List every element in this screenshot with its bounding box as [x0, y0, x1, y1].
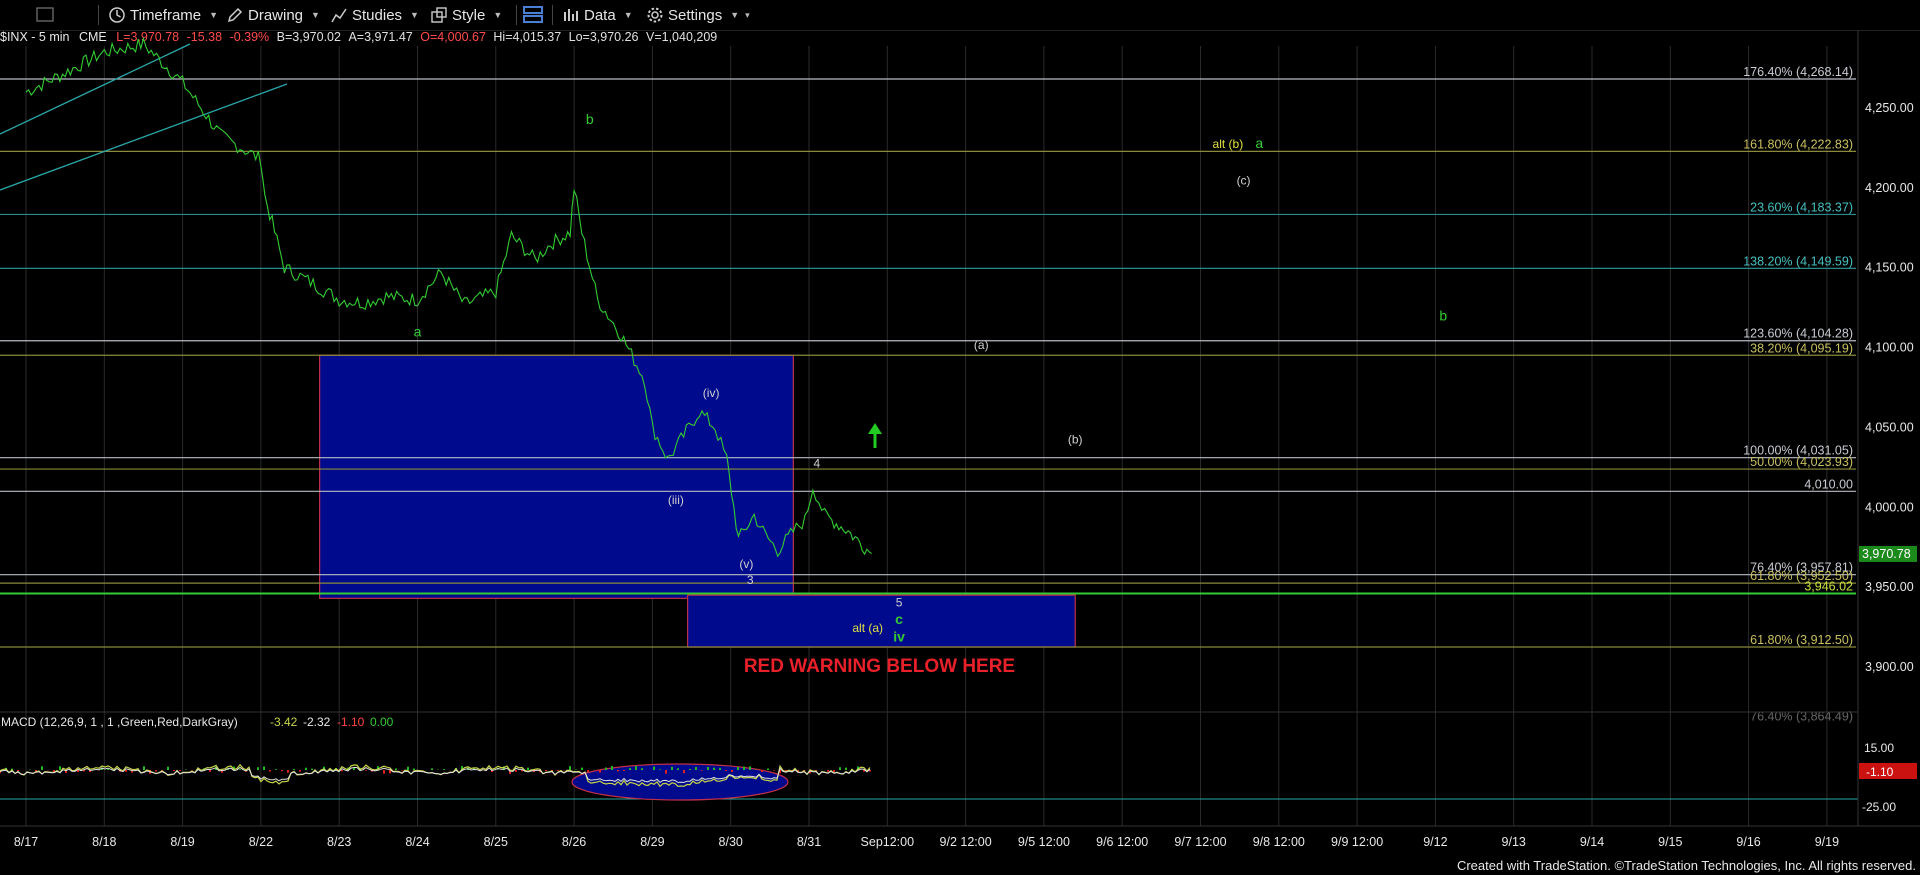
- current-price-label: 3,970.78: [1862, 547, 1911, 561]
- wave-label: iv: [893, 628, 905, 644]
- x-tick-label: 8/25: [484, 835, 508, 849]
- price-chart[interactable]: 176.40% (4,268.14) 161.80% (4,222.83) 23.6…: [0, 0, 1920, 875]
- x-tick-label: 9/5 12:00: [1018, 835, 1070, 849]
- macd-panel: MACD (12,26,9, 1 , 1 ,Green,Red,DarkGray…: [0, 711, 1917, 814]
- macd-value-3: -1.10: [337, 715, 365, 729]
- fib-level-label: 23.60% (4,183.37): [1750, 200, 1853, 214]
- macd-value-4: 0.00: [370, 715, 394, 729]
- x-tick-label: Sep12:00: [861, 835, 915, 849]
- y-tick-label: 4,150.00: [1865, 261, 1914, 275]
- x-tick-label: 8/22: [249, 835, 273, 849]
- fib-level-label: 4,010.00: [1804, 477, 1853, 491]
- fib-level-label: 3,946.02: [1804, 579, 1853, 593]
- x-tick-label: 9/14: [1580, 835, 1604, 849]
- wave-label: a: [414, 323, 422, 339]
- wave-label: b: [586, 111, 594, 127]
- x-tick-label: 8/23: [327, 835, 351, 849]
- zones: [319, 354, 1076, 648]
- wave-label: alt (a): [852, 621, 883, 635]
- wave-label: (iii): [668, 493, 684, 507]
- x-tick-label: 9/19: [1815, 835, 1839, 849]
- wave-label: (b): [1068, 432, 1083, 446]
- y-tick-label: 4,050.00: [1865, 420, 1914, 434]
- macd-title: MACD (12,26,9, 1 , 1 ,Green,Red,DarkGray…: [1, 715, 238, 729]
- x-tick-label: 9/6 12:00: [1096, 835, 1148, 849]
- fib-level-label: 123.60% (4,104.28): [1743, 327, 1853, 341]
- x-tick-label: 8/30: [719, 835, 743, 849]
- wave-label: 4: [813, 456, 820, 470]
- wave-label: RED WARNING BELOW HERE: [744, 656, 1015, 677]
- trendlines: [0, 43, 288, 191]
- trendline-upper[interactable]: [0, 43, 191, 135]
- wave-label: (iv): [703, 386, 720, 400]
- wave-label: b: [1439, 307, 1447, 323]
- y-tick-label: 4,250.00: [1865, 101, 1914, 115]
- macd-current-value: -1.10: [1866, 765, 1894, 779]
- wave-label: 3: [747, 573, 754, 587]
- x-tick-label: 9/12: [1423, 835, 1447, 849]
- x-tick-label: 8/17: [14, 835, 38, 849]
- footer-credit: Created with TradeStation. ©TradeStation…: [1456, 858, 1916, 873]
- fib-level-label: 161.80% (4,222.83): [1743, 137, 1853, 151]
- x-tick-label: 8/18: [92, 835, 116, 849]
- x-tick-label: 8/24: [405, 835, 429, 849]
- fib-level-label: 176.40% (4,268.14): [1743, 65, 1853, 79]
- wave-label: (v): [739, 557, 753, 571]
- wave-label: (c): [1237, 174, 1251, 188]
- fib-level-label: 38.20% (4,095.19): [1750, 341, 1853, 355]
- grid: [25, 46, 1828, 826]
- wave-label: alt (b): [1213, 137, 1244, 151]
- y-tick-label: 3,950.00: [1865, 580, 1914, 594]
- macd-axis-top: 15.00: [1864, 741, 1894, 755]
- macd-axis-bottom: -25.00: [1862, 800, 1896, 814]
- y-tick-label: 4,200.00: [1865, 181, 1914, 195]
- fib-level-label: 61.80% (3,912.50): [1750, 633, 1853, 647]
- x-tick-label: 9/15: [1658, 835, 1682, 849]
- wave-label: 5: [896, 595, 903, 609]
- wave-label: c: [895, 611, 903, 627]
- up-arrow-icon: [868, 423, 882, 448]
- x-tick-label: 8/31: [797, 835, 821, 849]
- x-tick-label: 9/13: [1502, 835, 1526, 849]
- wave-label: a: [1255, 135, 1263, 151]
- x-tick-label: 8/26: [562, 835, 586, 849]
- wave-label: (a): [974, 338, 989, 352]
- y-tick-label: 3,900.00: [1865, 660, 1914, 674]
- x-tick-label: 9/16: [1736, 835, 1760, 849]
- fib-level-label: 138.20% (4,149.59): [1743, 254, 1853, 268]
- x-tick-label: 8/19: [170, 835, 194, 849]
- x-tick-label: 9/9 12:00: [1331, 835, 1383, 849]
- target-zone-box[interactable]: [319, 354, 794, 599]
- macd-value-1: -3.42: [270, 715, 298, 729]
- x-tick-label: 9/8 12:00: [1253, 835, 1305, 849]
- fib-level-label: 50.00% (4,023.93): [1750, 455, 1853, 469]
- x-tick-label: 9/2 12:00: [940, 835, 992, 849]
- trendline-lower[interactable]: [0, 83, 288, 191]
- macd-value-2: -2.32: [303, 715, 331, 729]
- y-tick-label: 4,100.00: [1865, 341, 1914, 355]
- y-tick-label: 4,000.00: [1865, 500, 1914, 514]
- x-tick-label: 9/7 12:00: [1174, 835, 1226, 849]
- x-tick-label: 8/29: [640, 835, 664, 849]
